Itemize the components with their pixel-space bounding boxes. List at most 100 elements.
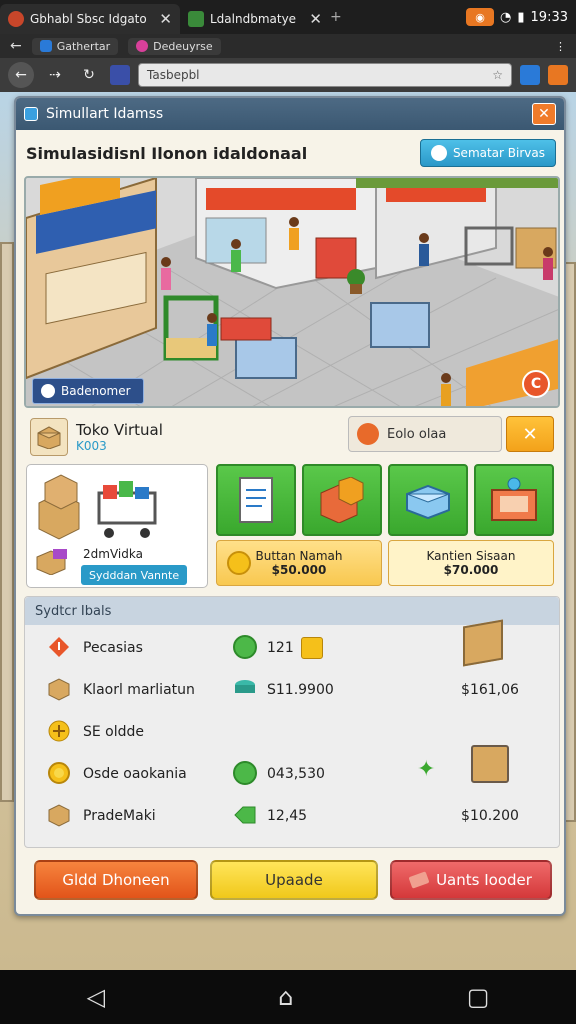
tab-favicon-icon [8,11,24,27]
close-window-button[interactable]: ✕ [532,103,556,125]
new-tab-icon[interactable]: + [330,9,342,25]
stat-label: Klaorl marliatun [83,682,195,698]
extension-icon[interactable] [548,65,568,85]
stack-icon [231,675,259,703]
header-action-button[interactable]: Sematar Birvas [419,139,556,167]
stats-panel: Sydtcr Ibals Pecasias 121 Klaorl marliat… [24,596,560,848]
lock-icon [301,637,323,659]
crates-tile[interactable] [302,464,382,536]
check-icon [231,633,259,661]
box-stack-icon [36,549,67,575]
reload-icon[interactable]: ↻ [76,62,102,88]
scene-corner-badge[interactable]: C [522,370,550,398]
back-icon[interactable]: ← [8,62,34,88]
more-menu-icon[interactable]: ⋮ [555,40,566,53]
window-titlebar: Simullart Idamss ✕ [16,98,564,130]
order-button-label: Uants Iooder [436,871,532,889]
box-icon [30,418,68,456]
recents-icon[interactable]: ▢ [467,983,490,1011]
alert-icon [45,633,73,661]
sale-tile[interactable] [474,464,554,536]
back-triangle-icon[interactable]: ◁ [87,983,105,1011]
container-icon [406,484,450,520]
upgrade-button[interactable]: Upaade [210,860,378,900]
store-name: Toko Virtual [76,421,163,439]
box-icon [45,801,73,829]
page-title: Simulasidisnl Ilonon idaldonaal [26,143,308,163]
browser-tab-1[interactable]: Gbhabl Sbsc Idgato ✕ [0,4,180,34]
box-icon [45,675,73,703]
address-text: Tasbepbl [147,68,200,82]
star-icon[interactable]: ☆ [492,68,503,82]
store-scene[interactable]: Badenomer C [24,176,560,408]
window-title: Simullart Idamss [46,106,164,122]
check-icon [231,759,259,787]
tab-2-title: Ldalndbmatye [210,12,297,26]
bookmark-icon [39,40,52,52]
badge-icon [357,423,379,445]
stat-label: Pecasias [83,640,143,656]
bookmark-bar: ← Gathertar Dedeuyrse ⋮ [0,34,576,58]
stat-value: S11.9900 [267,682,334,698]
status-bar: Gbhabl Sbsc Idgato ✕ Ldalndbmatye ✕ + ◉ … [0,0,576,34]
close-tab-icon[interactable]: ✕ [159,10,172,28]
signal-icon: ▮ [517,9,525,25]
tab-favicon-icon [188,11,204,27]
back-arrow-icon[interactable]: ← [10,38,22,54]
stat-value: 12,45 [267,808,308,824]
star-badge-icon: ✦ [417,757,436,782]
document-tile[interactable] [216,464,296,536]
gold-coin-icon [45,759,73,787]
system-navigation-bar: ◁ ⌂ ▢ [0,970,576,1024]
app-icon [24,107,38,121]
header-button-label: Sematar Birvas [452,146,545,160]
stat-row: Pecasias 121 [25,619,561,669]
header-row: Simulasidisnl Ilonon idaldonaal Sematar … [26,138,556,168]
price-card-1-price: $50.000 [271,563,327,577]
clear-button[interactable]: ✕ [506,416,554,452]
order-button[interactable]: Uants Iooder [390,860,552,900]
close-tab-icon[interactable]: ✕ [309,10,322,28]
forward-icon[interactable]: ⇢ [42,62,68,88]
stat-label: Osde oaokania [83,766,187,782]
extension-icon[interactable] [520,65,540,85]
bookmark-a-label: Gathertar [56,39,111,53]
scene-tag[interactable]: Badenomer [32,378,144,404]
wifi-icon: ◔ [500,9,512,25]
cash-register-icon [471,745,509,783]
scene-tag-label: Badenomer [61,384,131,398]
stat-row: Osde oaokania 043,530 ✦ [25,745,561,795]
home-icon[interactable]: ⌂ [278,983,293,1011]
stat-value-secondary: $161,06 [461,682,519,698]
sale-sign-icon [491,477,537,521]
address-input[interactable]: Tasbepbl ☆ [138,63,512,87]
stat-row: Klaorl marliatun S11.9900 $161,06 [25,671,561,711]
stat-label: PradeMaki [83,808,156,824]
stat-value-secondary: $10.200 [461,808,519,824]
store-illustration [26,178,558,406]
price-card-2[interactable]: Kantien Sisaan $70.000 [388,540,554,586]
browser-tab-2[interactable]: Ldalndbmatye ✕ [180,4,330,34]
bookmark-b[interactable]: Dedeuyrse [128,37,221,55]
gold-button[interactable]: Gldd Dhoneen [34,860,198,900]
product-label: 2dmVidka [83,547,143,561]
bookmark-icon [136,40,149,52]
search-field[interactable]: Eolo olaa [348,416,502,452]
background-building [0,242,14,802]
boxes-and-cart-icon [38,474,157,540]
url-bar: ← ⇢ ↻ Tasbepbl ☆ [0,58,576,92]
price-card-1-name: Buttan Namah [255,549,343,563]
bookmark-a[interactable]: Gathertar [31,37,119,55]
stat-value: 043,530 [267,766,325,782]
system-icons: ◉ ◔ ▮ 19:33 [466,8,576,26]
stat-label: SE oldde [83,724,145,740]
ticket-icon [231,801,259,829]
price-card-1[interactable]: Buttan Namah $50.000 [216,540,382,586]
ticket-icon [408,871,430,889]
product-card[interactable]: 2dmVidka Sydddan Vannte [26,464,208,588]
price-card-2-name: Kantien Sisaan [426,549,516,563]
product-badge: Sydddan Vannte [81,565,188,585]
container-tile[interactable] [388,464,468,536]
coin-plus-icon [45,717,73,745]
price-card-2-price: $70.000 [443,563,499,577]
